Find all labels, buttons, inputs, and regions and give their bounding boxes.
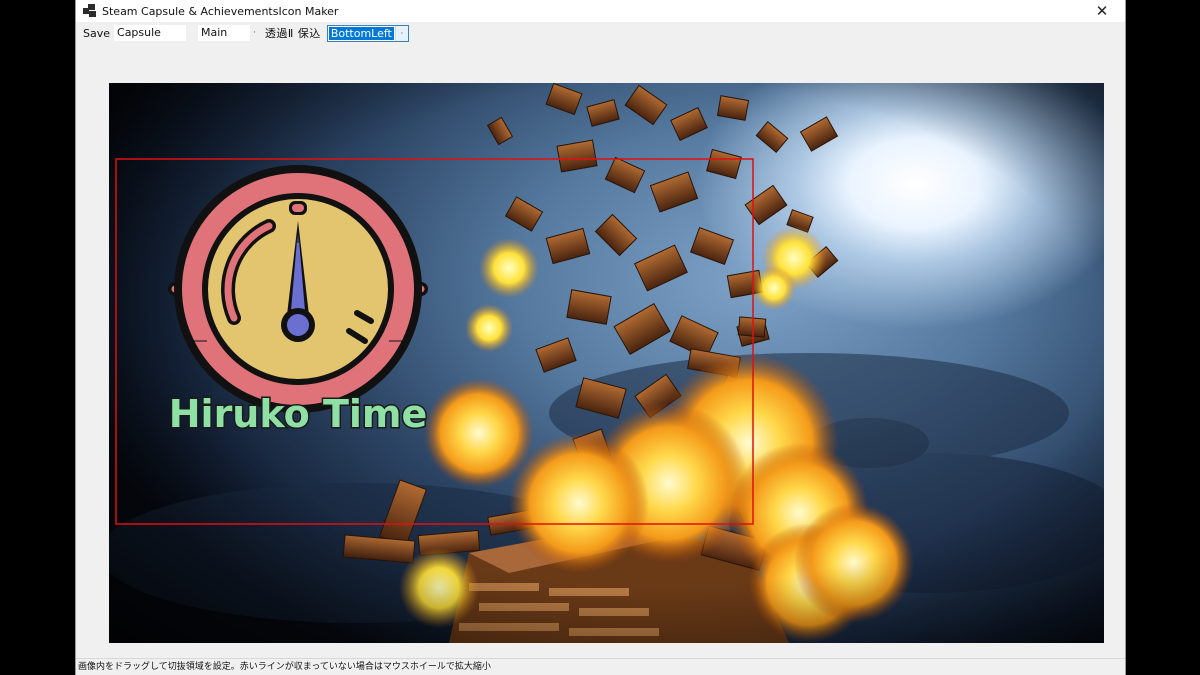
logo-text: Hiruko Time — [169, 392, 428, 436]
title-bar: Steam Capsule & AchievementsIcon Maker ✕ — [76, 0, 1125, 22]
window-title: Steam Capsule & AchievementsIcon Maker — [102, 4, 339, 18]
close-button[interactable]: ✕ — [1079, 0, 1125, 22]
toolbar: Save · 透過Ⅱ 保込 BottomLeft · — [76, 22, 1125, 44]
image-canvas[interactable]: Hiruko Time — [109, 83, 1104, 643]
app-window-icon — [83, 4, 97, 18]
clock-logo: Hiruko Time — [167, 165, 429, 438]
app-window: Steam Capsule & AchievementsIcon Maker ✕… — [75, 0, 1126, 675]
position-selected-value: BottomLeft — [328, 26, 394, 40]
transparency-toggle[interactable]: 透過Ⅱ 保込 — [265, 25, 321, 41]
status-message: 画像内をドラッグして切抜領域を設定。赤いラインが収まっていない場合はマウスホイー… — [78, 662, 491, 672]
capsule-name-input[interactable] — [114, 25, 187, 41]
status-bar: 画像内をドラッグして切抜領域を設定。赤いラインが収まっていない場合はマウスホイー… — [76, 658, 1125, 675]
artwork-svg: Hiruko Time — [109, 83, 1104, 643]
position-select[interactable]: BottomLeft · — [326, 24, 409, 42]
mode-select[interactable] — [198, 25, 251, 41]
chevron-down-icon[interactable]: · — [394, 25, 408, 41]
close-icon: ✕ — [1095, 2, 1109, 20]
mode-dropdown-icon[interactable]: · — [253, 28, 256, 38]
save-button[interactable]: Save — [83, 27, 110, 40]
